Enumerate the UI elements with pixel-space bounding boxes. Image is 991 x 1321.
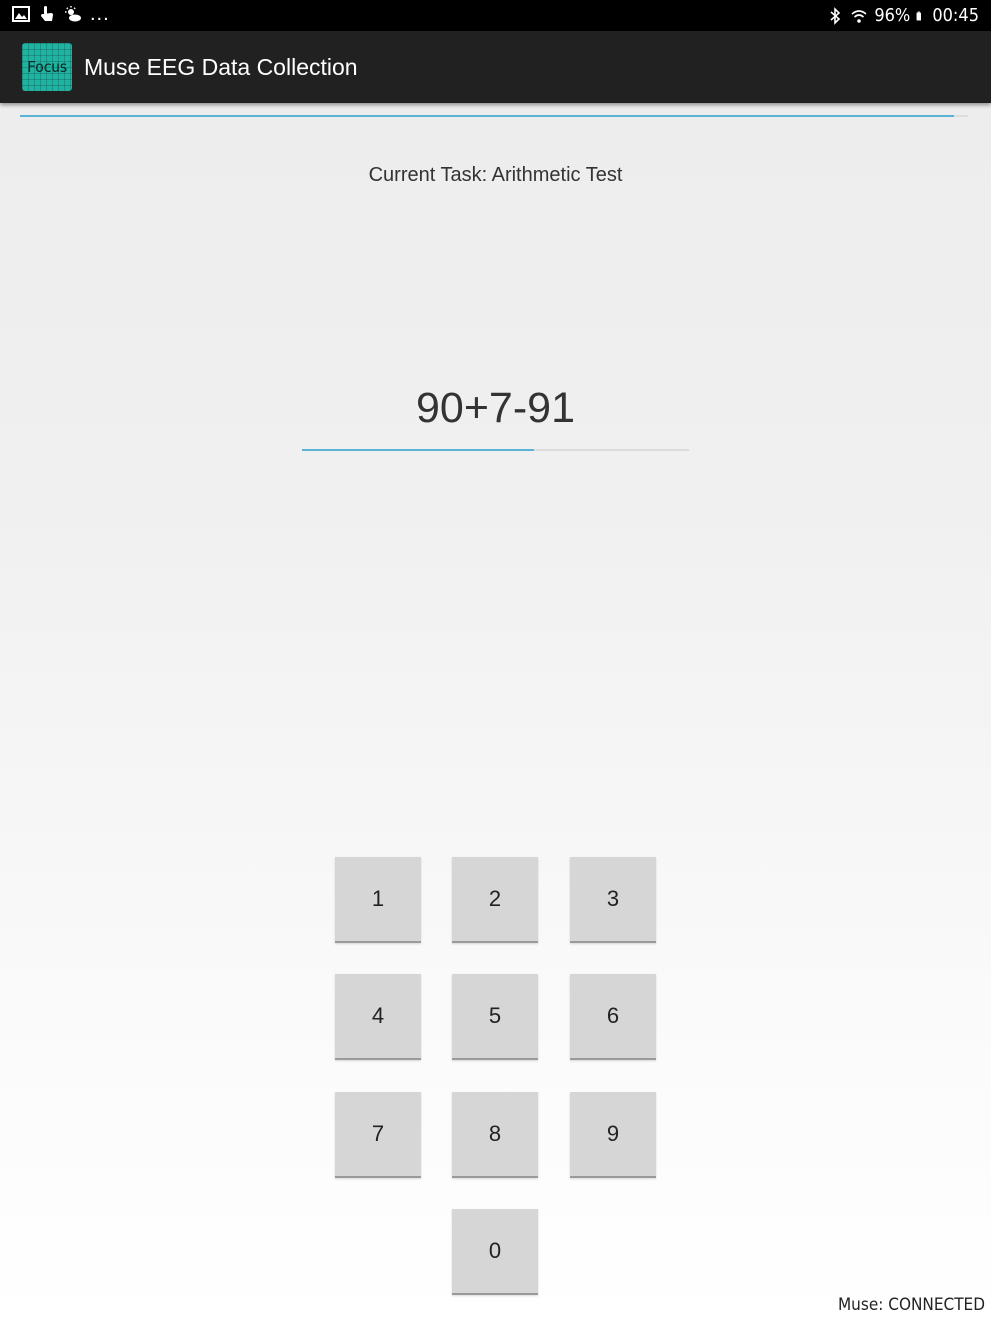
- current-task-label: Current Task: Arithmetic Test: [368, 164, 623, 186]
- wifi-icon: [851, 9, 867, 23]
- key-6-button[interactable]: 6: [570, 974, 656, 1060]
- app-bar: Focus Muse EEG Data Collection: [0, 31, 991, 103]
- status-right: 96% 00:45: [826, 5, 979, 26]
- app-logo-text: Focus: [26, 58, 68, 76]
- answer-progress-fill: [302, 449, 535, 451]
- key-9-button[interactable]: 9: [570, 1092, 656, 1178]
- task-progress-bar: [20, 115, 968, 117]
- task-progress-fill: [20, 115, 954, 117]
- key-5-button[interactable]: 5: [452, 974, 538, 1060]
- bluetooth-icon: [830, 6, 841, 25]
- gallery-icon: [12, 6, 30, 22]
- more-notifications: ...: [90, 3, 110, 25]
- app-title: Muse EEG Data Collection: [84, 54, 358, 80]
- key-8-button[interactable]: 8: [452, 1092, 538, 1178]
- key-0-button[interactable]: 0: [452, 1209, 538, 1295]
- battery-icon: [916, 11, 922, 20]
- equation-display: 90+7-91: [415, 384, 575, 432]
- status-left: ...: [12, 3, 110, 25]
- key-3-button[interactable]: 3: [570, 857, 656, 943]
- battery-percent: 96%: [874, 5, 911, 26]
- status-bar: ... 96% 00:45: [0, 0, 991, 31]
- touch-icon: [41, 6, 53, 21]
- key-7-button[interactable]: 7: [335, 1092, 421, 1178]
- muse-connection-status: Muse: CONNECTED: [837, 1295, 985, 1315]
- weather-icon: [65, 6, 81, 22]
- clock: 00:45: [932, 5, 979, 26]
- app-logo: Focus: [22, 43, 72, 91]
- answer-progress-bar: [302, 449, 689, 451]
- key-2-button[interactable]: 2: [452, 857, 538, 943]
- key-4-button[interactable]: 4: [335, 974, 421, 1060]
- key-1-button[interactable]: 1: [335, 857, 421, 943]
